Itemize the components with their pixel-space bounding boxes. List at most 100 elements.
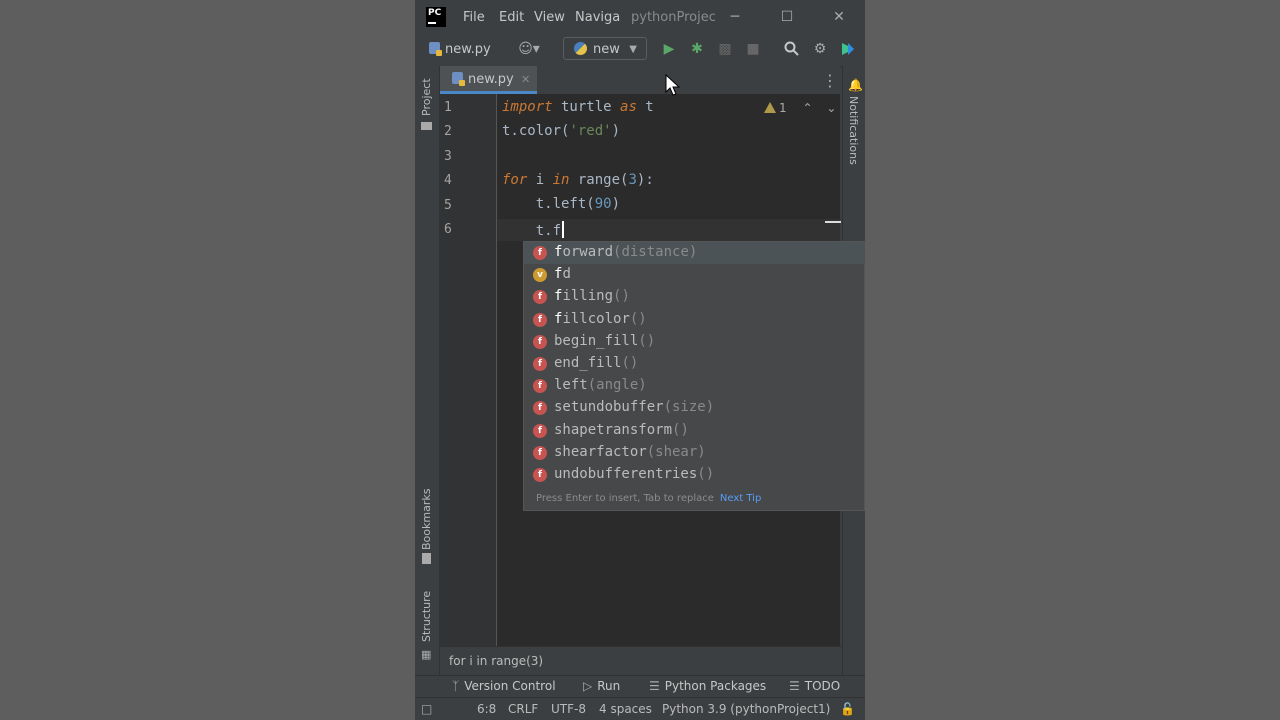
completion-item-label: setundobuffer(size): [554, 399, 715, 416]
navbar-file[interactable]: new.py: [429, 42, 491, 57]
more-options-icon[interactable]: ⋮: [822, 71, 838, 90]
python-file-icon: [452, 72, 465, 86]
inspection-widget[interactable]: 1 ⌃ ⌄: [764, 101, 836, 115]
function-kind-icon: f: [533, 312, 547, 327]
left-tool-stripe: Project Bookmarks Structure ▦: [415, 66, 440, 694]
code-line-1[interactable]: import turtle as t: [502, 99, 654, 115]
code-line-4[interactable]: for i in range(3):: [502, 172, 654, 188]
completion-item[interactable]: f filling(): [524, 286, 865, 308]
code-with-me-icon[interactable]: [838, 41, 858, 61]
chevron-down-icon[interactable]: ⌄: [826, 101, 836, 115]
tab-new-py[interactable]: new.py ✕: [440, 66, 537, 94]
scroll-marker: [825, 221, 841, 223]
pycharm-logo-icon: PC: [426, 7, 446, 27]
status-bar: □ 6:8 CRLF UTF-8 4 spaces Python 3.9 (py…: [415, 697, 865, 720]
line-number: 5: [444, 198, 452, 213]
function-kind-icon: f: [533, 379, 547, 394]
completion-item-label: shapetransform(): [554, 421, 689, 438]
line-separator[interactable]: CRLF: [508, 702, 538, 716]
search-icon[interactable]: [781, 41, 801, 60]
next-tip-link[interactable]: Next Tip: [720, 493, 761, 504]
completion-item[interactable]: f shearfactor(shear): [524, 442, 865, 464]
list-icon: ☰: [789, 679, 800, 693]
completion-item-label: forward(distance): [554, 244, 698, 260]
chevron-up-icon[interactable]: ⌃: [802, 101, 812, 115]
completion-hint: Press Enter to insert, Tab to replace Nex…: [536, 493, 762, 504]
project-tool-button[interactable]: Project: [420, 78, 433, 116]
completion-item[interactable]: f forward(distance): [524, 242, 865, 264]
completion-item[interactable]: f left(angle): [524, 375, 865, 397]
user-icon[interactable]: ☺▾: [515, 41, 543, 57]
run-tab[interactable]: ▷ Run: [583, 679, 620, 693]
menu-edit[interactable]: Edit: [499, 10, 524, 25]
function-kind-icon: f: [533, 290, 547, 305]
breadcrumb[interactable]: for i in range(3): [440, 646, 842, 674]
line-number: 1: [444, 100, 452, 115]
structure-tool-button[interactable]: Structure: [420, 591, 433, 642]
tab-label: new.py: [468, 72, 514, 87]
completion-popup: f forward(distance) v fd f filling() f fillcolo…: [523, 241, 865, 511]
completion-item[interactable]: v fd: [524, 264, 865, 286]
close-window-button[interactable]: ✕: [827, 6, 851, 28]
todo-tab[interactable]: ☰ TODO: [789, 679, 840, 693]
notifications-tool-button[interactable]: Notifications: [847, 96, 860, 165]
file-encoding[interactable]: UTF-8: [551, 702, 586, 716]
minimize-button[interactable]: ─: [723, 6, 747, 28]
variable-kind-icon: v: [533, 268, 547, 283]
code-line-6[interactable]: t.f: [502, 221, 565, 239]
line-number-gutter: 1 2 3 4 5 6: [440, 94, 497, 646]
lock-icon[interactable]: 🔓: [840, 702, 855, 716]
function-kind-icon: f: [533, 357, 547, 371]
menu-file[interactable]: File: [463, 10, 485, 25]
menu-navigate[interactable]: Naviga: [575, 10, 620, 25]
line-number: 6: [444, 222, 452, 237]
gear-icon[interactable]: ⚙: [810, 41, 830, 57]
completion-item[interactable]: f setundobuffer(size): [524, 397, 865, 419]
chevron-down-icon: ▼: [629, 44, 637, 55]
completion-item[interactable]: f fillcolor(): [524, 309, 865, 331]
function-kind-icon: f: [533, 334, 547, 349]
completion-item-label: undobufferentries(): [554, 466, 715, 482]
completion-item-label: end_fill(): [554, 355, 639, 371]
run-config-label: new: [593, 42, 620, 57]
bookmark-icon: [422, 553, 431, 564]
caret-position[interactable]: 6:8: [477, 702, 496, 716]
completion-item-label: shearfactor(shear): [554, 443, 706, 460]
coverage-icon[interactable]: ▩: [715, 41, 735, 57]
warning-icon: [764, 102, 776, 113]
function-kind-icon: f: [533, 445, 547, 460]
python-file-icon: [429, 42, 442, 56]
completion-item-label: fillcolor(): [554, 310, 647, 327]
debug-icon[interactable]: ✱: [687, 41, 707, 57]
run-icon[interactable]: ▶: [659, 41, 679, 57]
completion-item[interactable]: f begin_fill(): [524, 331, 865, 353]
completion-item[interactable]: f end_fill(): [524, 353, 865, 375]
text-caret: [562, 221, 565, 238]
code-line-5[interactable]: t.left(90): [502, 196, 620, 212]
navbar-file-label: new.py: [445, 42, 491, 57]
branch-icon: ᛉ: [452, 679, 460, 693]
completion-item[interactable]: f shapetransform(): [524, 420, 865, 442]
title-bar: PC File Edit View Naviga pythonProjec ─ …: [415, 0, 865, 36]
function-kind-icon: f: [533, 423, 547, 438]
stop-icon[interactable]: ■: [743, 41, 763, 57]
function-kind-icon: f: [533, 246, 547, 260]
python-packages-tab[interactable]: ☰ Python Packages: [649, 679, 766, 693]
completion-item[interactable]: f undobufferentries(): [524, 464, 865, 486]
close-icon[interactable]: ✕: [521, 66, 530, 93]
bookmarks-tool-button[interactable]: Bookmarks: [420, 489, 433, 550]
folder-icon: [421, 122, 432, 130]
code-line-2[interactable]: t.color('red'): [502, 123, 620, 139]
indent-setting[interactable]: 4 spaces: [599, 702, 652, 716]
python-icon: [574, 42, 587, 55]
maximize-button[interactable]: ☐: [775, 6, 799, 28]
structure-icon: ▦: [421, 648, 432, 661]
main-toolbar: new.py ☺▾ new ▼ ▶ ✱ ▩ ■ ⚙: [415, 36, 865, 67]
version-control-tab[interactable]: ᛉ Version Control: [452, 679, 556, 693]
run-config-select[interactable]: new ▼: [563, 37, 647, 60]
panel-toggle-icon[interactable]: □: [421, 702, 432, 716]
bell-icon[interactable]: 🔔: [848, 78, 863, 92]
menu-view[interactable]: View: [534, 10, 565, 25]
line-number: 2: [444, 124, 452, 139]
python-interpreter[interactable]: Python 3.9 (pythonProject1): [662, 702, 830, 716]
